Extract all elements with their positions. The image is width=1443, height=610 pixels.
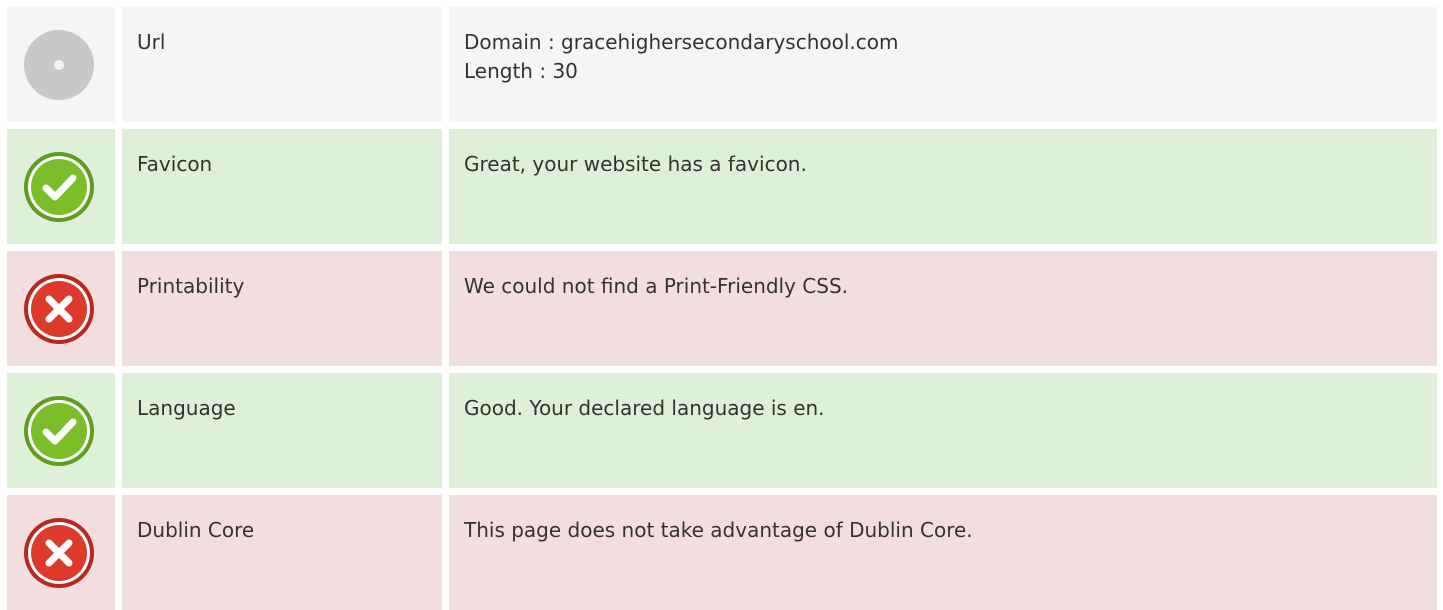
check-result: This page does not take advantage of Dub…: [449, 495, 1437, 610]
check-label: Dublin Core: [122, 495, 442, 610]
check-result-line: We could not find a Print-Friendly CSS.: [464, 274, 849, 298]
seo-checklist: Url Domain : gracehighersecondaryschool.…: [0, 0, 1443, 610]
check-label-text: Favicon: [137, 152, 213, 176]
check-circle-icon: [24, 396, 94, 466]
check-result-line: Length : 30: [464, 59, 578, 83]
error-circle-icon: [24, 518, 94, 588]
check-row-printability: Printability We could not find a Print-F…: [7, 251, 1437, 366]
check-row-favicon: Favicon Great, your website has a favico…: [7, 129, 1437, 244]
check-result: We could not find a Print-Friendly CSS.: [449, 251, 1437, 366]
neutral-circle-icon: [24, 30, 94, 100]
check-result: Good. Your declared language is en.: [449, 373, 1437, 488]
check-circle-icon: [24, 152, 94, 222]
check-result-line: Domain : gracehighersecondaryschool.com: [464, 30, 899, 54]
check-row-dublin-core: Dublin Core This page does not take adva…: [7, 495, 1437, 610]
status-icon-cell: [7, 251, 115, 366]
check-label: Printability: [122, 251, 442, 366]
check-label-text: Url: [137, 30, 166, 54]
check-label: Favicon: [122, 129, 442, 244]
status-icon-cell: [7, 373, 115, 488]
check-row-language: Language Good. Your declared language is…: [7, 373, 1437, 488]
status-icon-cell: [7, 495, 115, 610]
check-result: Domain : gracehighersecondaryschool.com …: [449, 7, 1437, 122]
check-label-text: Dublin Core: [137, 518, 255, 542]
check-label: Url: [122, 7, 442, 122]
check-result-line: Good. Your declared language is en.: [464, 396, 825, 420]
check-result-line: Great, your website has a favicon.: [464, 152, 807, 176]
check-result: Great, your website has a favicon.: [449, 129, 1437, 244]
check-label-text: Language: [137, 396, 236, 420]
check-row-url: Url Domain : gracehighersecondaryschool.…: [7, 7, 1437, 122]
check-label: Language: [122, 373, 442, 488]
check-label-text: Printability: [137, 274, 245, 298]
check-result-line: This page does not take advantage of Dub…: [464, 518, 973, 542]
error-circle-icon: [24, 274, 94, 344]
status-icon-cell: [7, 129, 115, 244]
status-icon-cell: [7, 7, 115, 122]
